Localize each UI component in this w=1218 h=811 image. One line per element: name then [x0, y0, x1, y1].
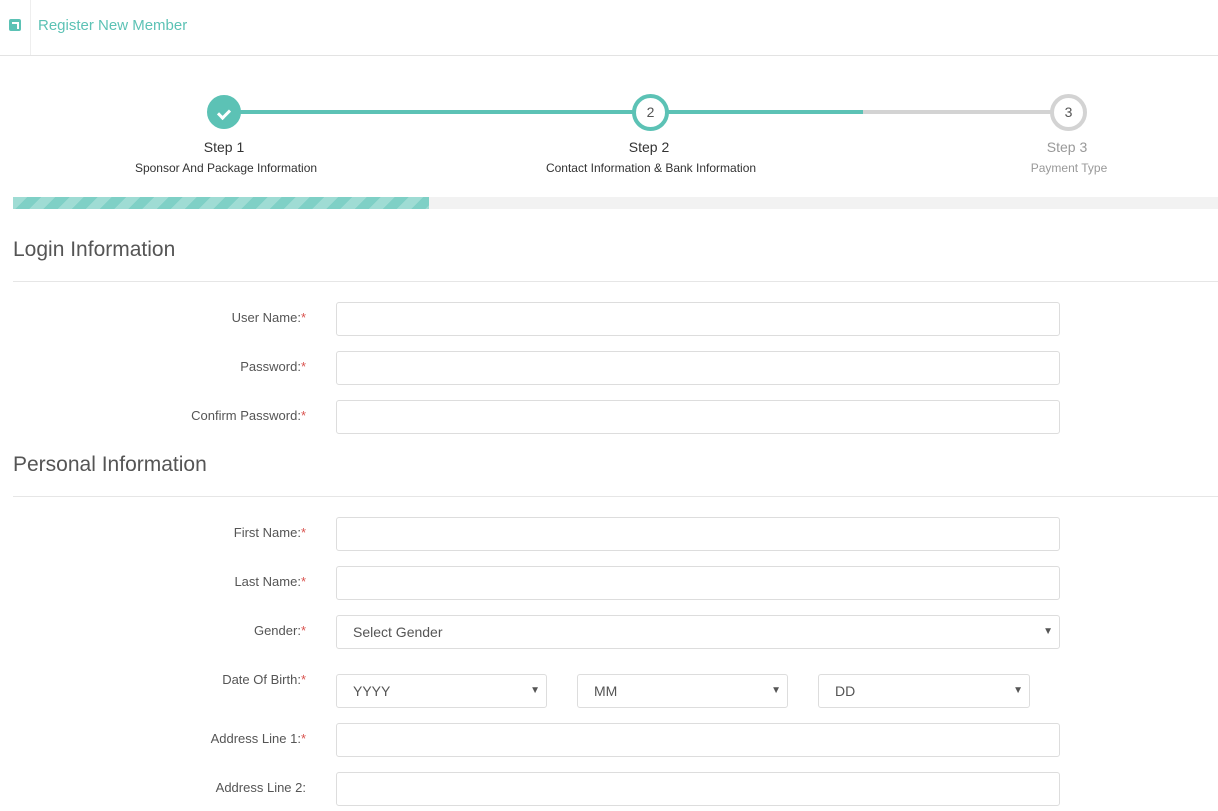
dob-month-value: MM	[594, 683, 618, 699]
confirm-password-label: Confirm Password:*	[191, 408, 306, 423]
external-link-icon[interactable]	[9, 19, 21, 31]
step-1-name: Step 1	[203, 139, 245, 155]
chevron-down-icon: ▼	[1013, 685, 1023, 696]
step-2-desc: Contact Information & Bank Information	[545, 161, 757, 175]
step-1-circle[interactable]	[207, 95, 241, 129]
chevron-down-icon: ▼	[771, 685, 781, 696]
dob-year-value: YYYY	[353, 683, 391, 699]
first-name-input[interactable]	[336, 517, 1060, 551]
gender-select-value: Select Gender	[353, 624, 443, 640]
progress-bar	[13, 197, 1218, 209]
step-3-desc: Payment Type	[1030, 161, 1108, 175]
address-line-2-label: Address Line 2:	[215, 780, 306, 795]
section-divider	[13, 496, 1218, 497]
last-name-input[interactable]	[336, 566, 1060, 600]
step-3-circle[interactable]: 3	[1050, 94, 1087, 131]
username-input[interactable]	[336, 302, 1060, 336]
gender-select[interactable]: Select Gender ▼	[336, 615, 1060, 649]
chevron-down-icon: ▼	[530, 685, 540, 696]
username-label: User Name:*	[231, 310, 306, 325]
section-divider	[13, 281, 1218, 282]
step-2-name: Step 2	[628, 139, 670, 155]
address-line-1-input[interactable]	[336, 723, 1060, 757]
wizard-line-2-pending	[863, 110, 1068, 114]
dob-label: Date Of Birth:*	[222, 672, 306, 687]
address-line-1-label: Address Line 1:*	[210, 731, 306, 746]
login-section-title: Login Information	[13, 238, 176, 261]
step-3-name: Step 3	[1046, 139, 1088, 155]
dob-month-select[interactable]: MM ▼	[577, 674, 788, 708]
gender-label: Gender:*	[253, 623, 306, 638]
first-name-label: First Name:*	[233, 525, 306, 540]
dob-year-select[interactable]: YYYY ▼	[336, 674, 547, 708]
page-header: Register New Member	[0, 0, 1218, 56]
page-title: Register New Member	[38, 17, 188, 34]
address-line-2-input[interactable]	[336, 772, 1060, 806]
password-input[interactable]	[336, 351, 1060, 385]
progress-bar-fill	[13, 197, 429, 209]
confirm-password-input[interactable]	[336, 400, 1060, 434]
header-divider	[30, 0, 31, 55]
dob-day-select[interactable]: DD ▼	[818, 674, 1030, 708]
wizard-line-2-complete	[650, 110, 863, 114]
wizard-line-1	[224, 110, 650, 114]
step-2-circle[interactable]: 2	[632, 94, 669, 131]
check-icon	[216, 105, 232, 121]
last-name-label: Last Name:*	[234, 574, 306, 589]
step-1-desc: Sponsor And Package Information	[134, 161, 318, 175]
chevron-down-icon: ▼	[1043, 626, 1053, 637]
personal-section-title: Personal Information	[13, 453, 207, 476]
password-label: Password:*	[240, 359, 306, 374]
dob-day-value: DD	[835, 683, 856, 699]
